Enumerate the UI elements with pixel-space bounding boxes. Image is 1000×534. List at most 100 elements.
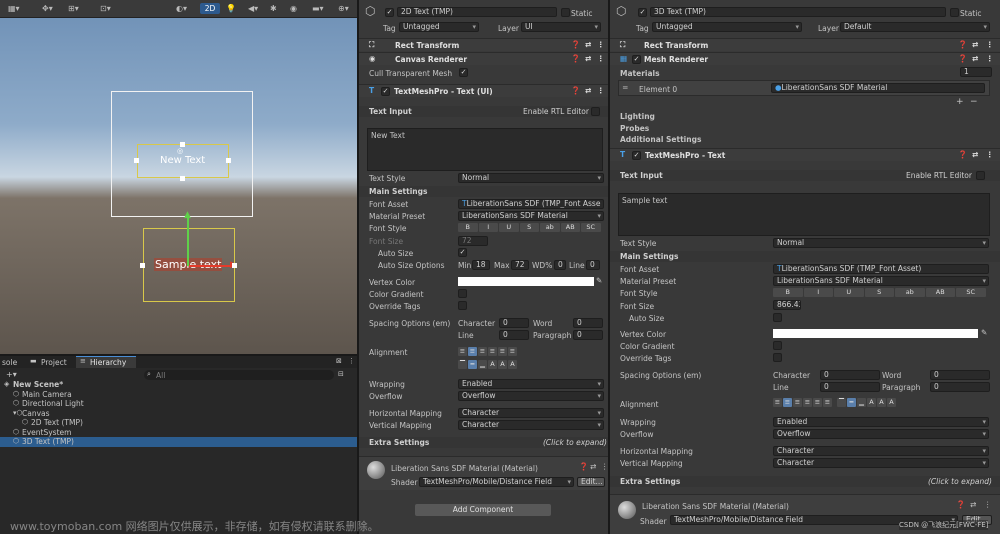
render-mode-icon[interactable]: ◐▾ [176, 4, 187, 13]
tab-hierarchy[interactable]: Hierarchy [90, 358, 126, 367]
menu-icon[interactable]: ⋮ [984, 500, 992, 509]
font-style-button[interactable]: S [519, 223, 539, 232]
preset-icon[interactable]: ⇄ [590, 462, 596, 471]
gizmos-icon[interactable]: ⊕▾ [338, 4, 349, 13]
align-baseline-icon[interactable]: A [867, 398, 876, 407]
mode-2d-button[interactable]: 2D [200, 3, 220, 14]
overflow-dropdown[interactable]: Overflow [458, 391, 604, 401]
line-spacing-field[interactable]: 0 [820, 382, 880, 392]
align-capline-icon[interactable]: A [887, 398, 896, 407]
preset-icon[interactable]: ⇄ [585, 40, 591, 49]
lighting-foldout[interactable]: Lighting [620, 112, 655, 121]
override-tags-checkbox[interactable] [773, 353, 782, 362]
static-checkbox[interactable] [950, 8, 959, 17]
element0-field[interactable]: ●LiberationSans SDF Material [771, 83, 985, 93]
preset-icon[interactable]: ⇄ [585, 54, 591, 63]
menu-icon[interactable]: ⋮ [597, 40, 605, 49]
lock-icon[interactable]: ⊠ [336, 357, 342, 365]
menu-icon[interactable]: ⋮ [986, 40, 994, 49]
hmap-dropdown[interactable]: Character [458, 408, 604, 418]
wrapping-dropdown[interactable]: Enabled [458, 379, 604, 389]
tab-console[interactable]: sole [2, 358, 17, 367]
align-justify-icon[interactable]: ≡ [488, 347, 497, 356]
handle-r3d[interactable] [232, 263, 237, 268]
align-center-icon[interactable]: ≡ [783, 398, 792, 407]
vertex-color-swatch[interactable] [773, 329, 978, 338]
remove-element-icon[interactable]: − [970, 97, 978, 107]
align-top-icon[interactable]: ▔ [837, 398, 846, 407]
add-icon[interactable]: +▾ [6, 370, 17, 379]
paragraph-field[interactable]: 0 [930, 382, 990, 392]
align-right-icon[interactable]: ≡ [478, 347, 487, 356]
align-baseline-icon[interactable]: A [488, 360, 497, 369]
tag-dropdown[interactable]: Untagged [399, 22, 479, 32]
effects-icon[interactable]: ✱ [270, 4, 277, 13]
hierarchy-item[interactable]: ◈ New Scene* [0, 380, 357, 390]
active-checkbox[interactable]: ✓ [385, 8, 394, 17]
paragraph-field[interactable]: 0 [573, 330, 603, 340]
pivot-icon[interactable]: ◎ [177, 147, 183, 155]
camera-icon[interactable]: ▬▾ [312, 4, 324, 13]
extra-settings-section[interactable]: Extra Settings (Click to expand) [359, 437, 608, 448]
scene-panel[interactable]: ▦▾ ✥▾ ⊞▾ ⊡▾ ◐▾ 2D 💡 ◀▾ ✱ ◉ ▬▾ ⊕▾ New Tex… [0, 0, 357, 354]
enable-rtl-checkbox[interactable] [976, 171, 985, 180]
align-left-icon[interactable]: ≡ [773, 398, 782, 407]
audio-icon[interactable]: ◀▾ [248, 4, 258, 13]
align-bottom-icon[interactable]: ▁ [478, 360, 487, 369]
word-field[interactable]: 0 [573, 318, 603, 328]
handle-tr[interactable] [226, 158, 231, 163]
help-icon[interactable]: ❓ [579, 462, 588, 471]
handle-b[interactable] [180, 176, 185, 181]
shader-dropdown[interactable]: TextMeshPro/Mobile/Distance Field [419, 477, 574, 487]
menu-icon[interactable]: ⋮ [597, 54, 605, 63]
eyedropper-icon[interactable]: ✎ [596, 276, 602, 285]
text-style-dropdown[interactable]: Normal [773, 238, 989, 248]
font-style-button[interactable]: U [499, 223, 519, 232]
align-geometry-icon[interactable]: ≡ [823, 398, 832, 407]
font-style-button[interactable]: U [834, 288, 864, 297]
y-axis-arrow-icon[interactable]: ▲ [184, 210, 191, 220]
align-justify-icon[interactable]: ≡ [803, 398, 812, 407]
grid-icon[interactable]: ▦▾ [8, 4, 20, 13]
help-icon[interactable]: ❓ [958, 54, 967, 63]
layer-dropdown[interactable]: UI [521, 22, 601, 32]
y-axis-gizmo[interactable] [187, 218, 189, 266]
x-axis-gizmo[interactable] [189, 265, 233, 267]
color-gradient-checkbox[interactable] [773, 341, 782, 350]
vertex-color-swatch[interactable] [458, 277, 594, 286]
help-icon[interactable]: ❓ [571, 54, 580, 63]
preset-icon[interactable]: ⇄ [972, 54, 978, 63]
more-icon[interactable]: ⋮ [348, 357, 355, 365]
character-field[interactable]: 0 [499, 318, 529, 328]
overflow-dropdown[interactable]: Overflow [773, 429, 989, 439]
object-name-field[interactable]: 2D Text (TMP) [397, 7, 557, 17]
tmp-header[interactable]: T ✓ TextMeshPro - Text ❓ ⇄ ⋮ [610, 148, 1000, 161]
menu-icon[interactable]: ⋮ [601, 462, 608, 471]
align-flush-icon[interactable]: ≡ [813, 398, 822, 407]
align-right-icon[interactable]: ≡ [793, 398, 802, 407]
probes-foldout[interactable]: Probes [620, 124, 649, 133]
font-size-field[interactable]: 866.43 [773, 300, 801, 310]
font-style-button[interactable]: AB [560, 223, 580, 232]
hierarchy-item[interactable]: ▾⬡ Canvas [0, 409, 357, 419]
align-middle-icon[interactable]: ━ [468, 360, 477, 369]
snap-icon[interactable]: ⊞▾ [68, 4, 79, 13]
hierarchy-item[interactable]: ⬡ 2D Text (TMP) [0, 418, 357, 428]
font-style-button[interactable]: I [478, 223, 498, 232]
extra-settings-section[interactable]: Extra Settings (Click to expand) [610, 476, 1000, 487]
edit-shader-button[interactable]: Edit... [577, 477, 605, 487]
override-tags-checkbox[interactable] [458, 301, 467, 310]
preset-icon[interactable]: ⇄ [972, 150, 978, 159]
preset-icon[interactable]: ⇄ [585, 86, 591, 95]
canvas-renderer-header[interactable]: ◉ Canvas Renderer ❓ ⇄ ⋮ [359, 52, 608, 65]
material-preset-dropdown[interactable]: LiberationSans SDF Material [458, 211, 604, 221]
font-style-button[interactable]: SC [956, 288, 986, 297]
align-capline-icon[interactable]: A [508, 360, 517, 369]
min-field[interactable]: 18 [472, 260, 490, 270]
wd-field[interactable]: 0 [554, 260, 566, 270]
eyedropper-icon[interactable]: ✎ [981, 328, 987, 337]
menu-icon[interactable]: ⋮ [597, 86, 605, 95]
align-geometry-icon[interactable]: ≡ [508, 347, 517, 356]
vmap-dropdown[interactable]: Character [458, 420, 604, 430]
auto-size-checkbox[interactable] [773, 313, 782, 322]
